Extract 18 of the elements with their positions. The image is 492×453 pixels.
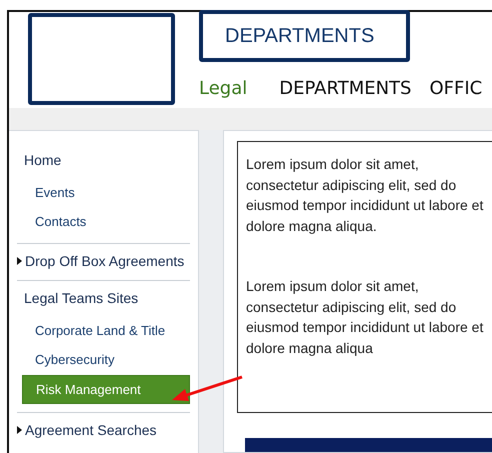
nav-item[interactable]: Home [17, 149, 190, 171]
nav-subitem[interactable]: Risk Management [22, 375, 190, 404]
nav-link[interactable]: Legal [199, 78, 248, 99]
nav-link[interactable]: DEPARTMENTS [279, 78, 412, 99]
nav-item[interactable]: Legal Teams Sites [17, 287, 190, 309]
nav-subitem[interactable]: Contacts [27, 208, 190, 235]
nav-subitem[interactable]: Events [27, 179, 190, 206]
nav-link[interactable]: OFFIC [429, 78, 482, 99]
expand-icon [17, 257, 22, 265]
expand-icon [17, 426, 22, 434]
paragraph: Lorem ipsum dolor sit amet, consectetur adipiscing elit, sed do eiusmod tempor incididunt ut labore et dolore magna aliqua. [246, 155, 484, 236]
nav-subitem[interactable]: Corporate Land & Title [27, 317, 190, 344]
nav-item[interactable]: Agreement Searches [17, 419, 190, 441]
paragraph: Lorem ipsum dolor sit amet, consectetur adipiscing elit, sed do eiusmod tempor incididunt ut labore et dolore magna aliqua [246, 277, 484, 358]
department-title: DEPARTMENTS [199, 10, 410, 62]
nav-subitem[interactable]: Cybersecurity [27, 346, 190, 373]
arrow-annotation [172, 376, 242, 401]
nav-item[interactable]: Drop Off Box Agreements [17, 250, 190, 272]
